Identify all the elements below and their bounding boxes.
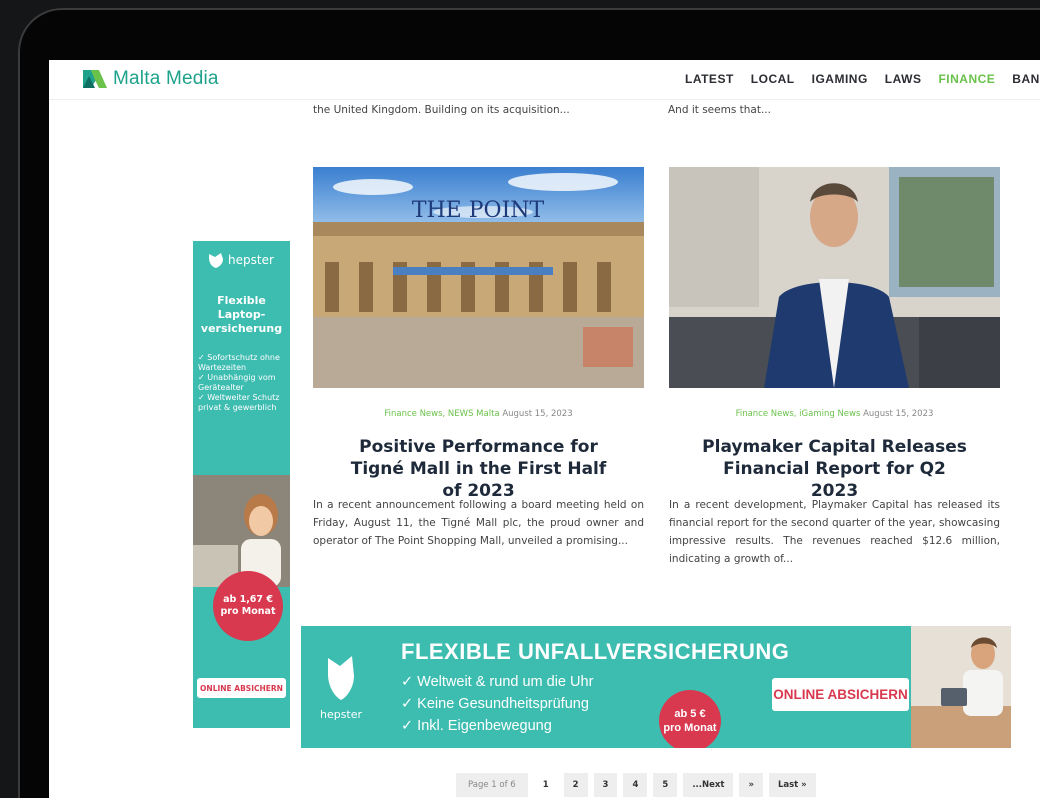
hepster-brand: hepster <box>207 251 274 269</box>
nav-item-banking[interactable]: BANKING <box>1012 72 1040 86</box>
brand-name: hepster <box>319 708 363 721</box>
online-absichern-button[interactable]: ONLINE ABSICHERN <box>197 678 286 698</box>
previous-article-excerpt: And it seems that... <box>668 104 771 116</box>
site-header: Malta Media LATEST LOCAL IGAMING LAWS FI… <box>49 60 1040 100</box>
article-date: August 15, 2023 <box>863 409 934 419</box>
hepster-logo-icon <box>328 656 354 700</box>
ad-bullet: ✓ Sofortschutz ohne Wartezeiten <box>198 353 280 372</box>
price-amount: ab 5 € <box>674 708 706 720</box>
previous-article-excerpt: the United Kingdom. Building on its acqu… <box>313 104 570 116</box>
nav-item-laws[interactable]: LAWS <box>885 72 922 86</box>
malta-media-logo-icon <box>83 70 107 88</box>
article-date: August 15, 2023 <box>502 409 573 419</box>
article-excerpt: In a recent announcement following a boa… <box>313 499 644 547</box>
site-logo[interactable]: Malta Media <box>81 66 219 92</box>
page-link[interactable]: 3 <box>593 773 618 797</box>
nav-item-igaming[interactable]: IGAMING <box>812 72 868 86</box>
hepster-logo-icon <box>209 253 223 268</box>
article-meta: Finance News, NEWS Malta August 15, 2023 <box>313 409 644 419</box>
banner-bullet: ✓ Inkl. Eigenbewegung <box>401 718 552 734</box>
person-illustration <box>911 626 1011 748</box>
article-title[interactable]: Positive Performance for Tigné Mall in t… <box>313 436 644 502</box>
site-name: Malta Media <box>113 68 219 89</box>
article-meta: Finance News, iGaming News August 15, 20… <box>669 409 1000 419</box>
page-info: Page 1 of 6 <box>456 773 528 797</box>
nav-item-local[interactable]: LOCAL <box>751 72 795 86</box>
banner-title: FLEXIBLE UNFALLVERSICHERUNG <box>401 639 790 664</box>
nav-item-finance[interactable]: FINANCE <box>938 72 995 86</box>
banner-ad[interactable]: hepster FLEXIBLE UNFALLVERSICHERUNG ✓ We… <box>301 626 1011 748</box>
ad-photo-woman-laptop <box>193 475 290 587</box>
nav-item-latest[interactable]: LATEST <box>685 72 734 86</box>
person-illustration <box>193 475 290 587</box>
price-period: pro Monat <box>663 722 717 734</box>
article-image-the-point[interactable]: THE POINT <box>313 167 644 388</box>
article-categories[interactable]: Finance News, iGaming News <box>736 409 861 419</box>
article-categories[interactable]: Finance News, NEWS Malta <box>384 409 499 419</box>
article-title[interactable]: Playmaker Capital Releases Financial Rep… <box>669 436 1000 502</box>
the-point-sign: THE POINT <box>412 198 545 223</box>
brand-name: hepster <box>228 253 274 267</box>
executive-portrait-photo <box>669 167 1000 388</box>
next-page-button[interactable]: ...Next <box>683 773 734 797</box>
page-link[interactable]: 5 <box>653 773 678 797</box>
page-link[interactable]: 2 <box>563 773 588 797</box>
hepster-brand: hepster <box>319 654 363 721</box>
price-badge: ab 5 € pro Monat <box>659 690 721 748</box>
price-badge: ab 1,67 € pro Monat <box>213 571 283 641</box>
banner-bullet: ✓ Keine Gesundheitsprüfung <box>401 696 589 712</box>
page-link[interactable]: 4 <box>623 773 648 797</box>
banner-bullet: ✓ Weltweit & rund um die Uhr <box>401 674 594 690</box>
page-link-current: 1 <box>542 780 549 790</box>
article-image-playmaker[interactable] <box>669 167 1000 388</box>
ad-bullet: ✓ Weltweiter Schutz privat & gewerblich <box>198 393 280 412</box>
main-nav: LATEST LOCAL IGAMING LAWS FINANCE BANKIN… <box>685 72 1040 86</box>
mall-photo: THE POINT <box>313 167 644 388</box>
price-amount: ab 1,67 € <box>223 594 273 605</box>
banner-bullets: ✓ Weltweit & rund um die Uhr ✓ Keine Ges… <box>401 671 593 737</box>
pagination: Page 1 of 6 1 2 3 4 5 ...Next » Last » <box>456 773 822 797</box>
browser-viewport: Malta Media LATEST LOCAL IGAMING LAWS FI… <box>49 60 1040 798</box>
online-absichern-button[interactable]: ONLINE ABSICHERN <box>772 678 909 711</box>
ad-photo-man-tablet <box>911 626 1011 748</box>
price-period: pro Monat <box>220 606 276 617</box>
ad-title: Flexible Laptop-versicherung <box>200 294 283 335</box>
next-arrow-button[interactable]: » <box>739 773 763 797</box>
sidebar-ad[interactable]: hepster Flexible Laptop-versicherung ✓ S… <box>193 241 290 728</box>
article-excerpt: In a recent development, Playmaker Capit… <box>669 499 1000 565</box>
last-page-button[interactable]: Last » <box>768 773 816 797</box>
ad-bullets: ✓ Sofortschutz ohne Wartezeiten ✓ Unabhä… <box>198 353 286 413</box>
ad-bullet: ✓ Unabhängig vom Gerätealter <box>198 373 276 392</box>
